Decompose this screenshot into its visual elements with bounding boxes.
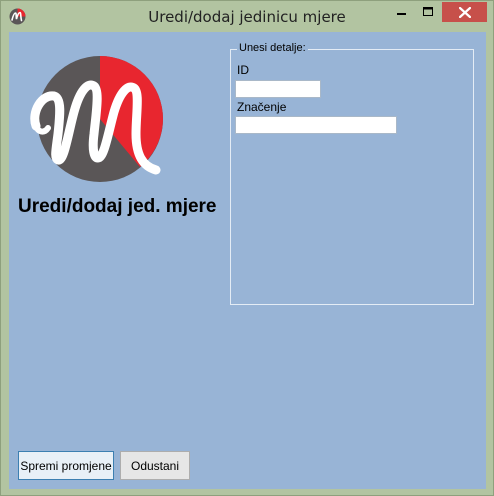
- dialog-window: Uredi/dodaj jedinicu mjere Uredi/dodaj j…: [0, 0, 494, 496]
- save-button[interactable]: Spremi promjene: [18, 451, 114, 480]
- meaning-label: Značenje: [237, 100, 287, 114]
- dialog-client-area: Uredi/dodaj jed. mjere Unesi detalje: ID…: [9, 32, 486, 489]
- meaning-field[interactable]: [235, 116, 397, 134]
- minimize-button[interactable]: [389, 2, 415, 22]
- title-bar[interactable]: Uredi/dodaj jedinicu mjere: [1, 1, 493, 33]
- brand-logo: [30, 56, 163, 182]
- close-button[interactable]: [442, 2, 487, 22]
- close-icon: [458, 6, 471, 18]
- details-legend: Unesi detalje:: [237, 42, 308, 54]
- minimize-icon: [397, 13, 406, 15]
- maximize-button[interactable]: [415, 2, 442, 22]
- cancel-button[interactable]: Odustani: [120, 451, 190, 480]
- id-field[interactable]: [235, 80, 321, 98]
- details-groupbox: Unesi detalje: ID Značenje: [230, 42, 474, 305]
- maximize-icon: [423, 7, 433, 16]
- page-heading: Uredi/dodaj jed. mjere: [18, 196, 217, 217]
- id-label: ID: [237, 63, 249, 77]
